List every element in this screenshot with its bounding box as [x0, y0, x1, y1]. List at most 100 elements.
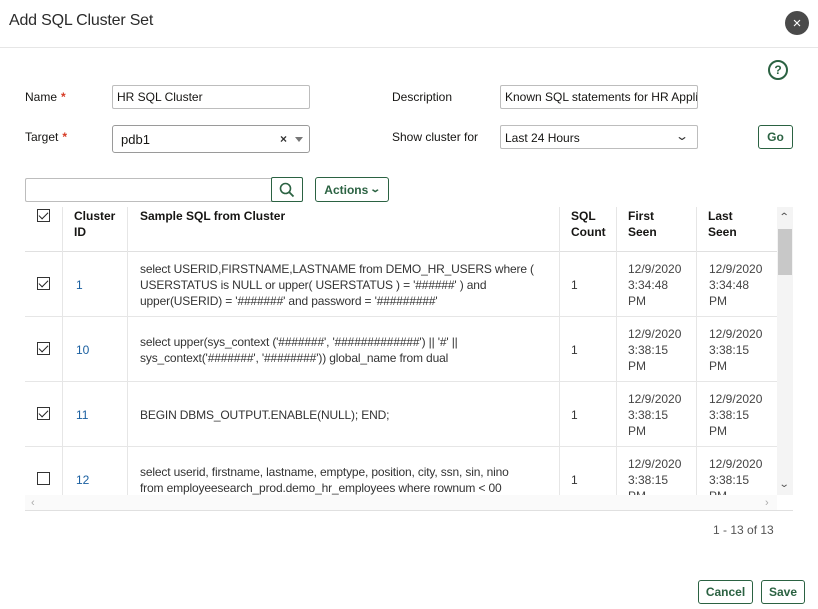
row-checkbox[interactable]	[37, 342, 50, 355]
table-row[interactable]: 10 select upper(sys_context ('#######', '…	[25, 317, 777, 382]
last-seen-line: 3:38:15	[709, 473, 750, 487]
first-seen-line: PM	[628, 294, 646, 308]
column-header-line: Seen	[628, 225, 657, 239]
scroll-up-icon[interactable]: ⌃	[779, 212, 790, 223]
row-checkbox[interactable]	[37, 277, 50, 290]
name-field[interactable]: HR SQL Cluster	[112, 85, 310, 109]
last-seen-line: 3:38:15	[709, 343, 750, 357]
column-header-line: Sample SQL from Cluster	[140, 209, 286, 223]
first-seen-line: 3:38:15	[628, 343, 669, 357]
select-all-checkbox[interactable]	[37, 209, 50, 222]
description-field-value: Known SQL statements for HR Application	[505, 90, 698, 104]
grid-header: Cluster ID Sample SQL from Cluster SQL C…	[25, 207, 777, 252]
show-cluster-select[interactable]: Last 24 Hours ⌄	[500, 125, 698, 149]
target-combobox[interactable]: pdb1 ×	[112, 125, 310, 153]
help-icon: ?	[774, 63, 782, 77]
target-label: Target *	[25, 130, 67, 144]
first-seen-line: 3:38:15	[628, 473, 669, 487]
column-header-cluster-id[interactable]: Cluster ID	[74, 207, 115, 252]
search-input[interactable]	[25, 178, 273, 202]
dialog-title: Add SQL Cluster Set	[9, 12, 154, 29]
caret-down-icon[interactable]	[295, 137, 303, 142]
sql-line: from employeesearch_prod.demo_hr_employe…	[140, 481, 502, 495]
column-header-last-seen[interactable]: Last Seen	[708, 207, 737, 252]
scroll-right-icon[interactable]: ›	[765, 497, 769, 509]
sql-line: select userid, firstname, lastname, empt…	[140, 465, 509, 479]
last-seen: 12/9/20203:38:15PM	[709, 456, 762, 495]
row-checkbox[interactable]	[37, 407, 50, 420]
sql-line: sys_context('#######', '########')) glob…	[140, 351, 449, 365]
cancel-button[interactable]: Cancel	[698, 580, 753, 604]
first-seen-line: 12/9/2020	[628, 262, 682, 276]
sql-count: 1	[571, 473, 578, 487]
scrollbar-thumb[interactable]	[778, 229, 792, 275]
cluster-id-link[interactable]: 10	[76, 342, 89, 358]
sql-count: 1	[571, 278, 578, 292]
column-header-line: Last	[708, 209, 733, 223]
last-seen-line: PM	[709, 488, 762, 495]
close-icon: ×	[792, 14, 802, 32]
column-header-line: Cluster	[74, 209, 116, 223]
last-seen-line: PM	[709, 359, 727, 373]
target-value: pdb1	[121, 132, 150, 147]
help-button[interactable]: ?	[768, 60, 788, 80]
go-button[interactable]: Go	[758, 125, 793, 149]
grid-body: Cluster ID Sample SQL from Cluster SQL C…	[25, 207, 777, 495]
first-seen-line: 12/9/2020	[628, 392, 682, 406]
header-divider	[0, 47, 818, 48]
last-seen-line: 12/9/2020	[709, 262, 763, 276]
scroll-down-icon[interactable]: ⌄	[779, 479, 790, 490]
scroll-left-icon[interactable]: ‹	[31, 497, 35, 509]
column-header-sample-sql[interactable]: Sample SQL from Cluster	[140, 207, 285, 252]
table-row[interactable]: 1 select USERID,FIRSTNAME,LASTNAME from D…	[25, 252, 777, 317]
column-header-sql-count[interactable]: SQL Count	[571, 207, 606, 252]
required-marker: *	[62, 130, 68, 144]
sql-line: upper(USERID) = '#######' and password =…	[140, 294, 438, 308]
cluster-id-link[interactable]: 11	[76, 407, 88, 423]
first-seen-line: 12/9/2020	[628, 327, 682, 341]
sql-line: BEGIN DBMS_OUTPUT.ENABLE(NULL); END;	[140, 408, 390, 422]
save-button[interactable]: Save	[761, 580, 805, 604]
name-label-text: Name	[25, 90, 58, 104]
cluster-id-link[interactable]: 1	[76, 277, 83, 293]
column-header-line: Seen	[708, 225, 737, 239]
first-seen-line: PM	[628, 359, 646, 373]
column-header-line: ID	[74, 225, 86, 239]
first-seen: 12/9/2020 3:38:15 PM	[628, 326, 681, 374]
close-button[interactable]: ×	[785, 11, 809, 35]
last-seen-line: PM	[709, 424, 727, 438]
show-cluster-value: Last 24 Hours	[505, 131, 580, 145]
clear-icon[interactable]: ×	[280, 132, 287, 146]
first-seen-line: 3:38:15	[628, 408, 669, 422]
sql-count: 1	[571, 343, 578, 357]
cluster-id-link[interactable]: 12	[76, 472, 89, 488]
first-seen: 12/9/2020 3:34:48 PM	[628, 261, 681, 309]
sql-line: select USERID,FIRSTNAME,LASTNAME from DE…	[140, 262, 534, 276]
actions-menu-button[interactable]: Actions ⌄	[315, 177, 389, 202]
first-seen-line: PM	[628, 488, 681, 495]
actions-label: Actions	[324, 182, 369, 197]
search-icon	[279, 182, 295, 197]
sql-cluster-grid: Cluster ID Sample SQL from Cluster SQL C…	[25, 207, 793, 511]
column-header-line: Count	[571, 225, 606, 239]
description-label: Description	[392, 90, 453, 104]
last-seen: 12/9/2020 3:34:48 PM	[709, 261, 762, 309]
table-row[interactable]: 12 select userid, firstname, lastname, em…	[25, 447, 777, 495]
description-field[interactable]: Known SQL statements for HR Application	[500, 85, 698, 109]
search-button[interactable]	[271, 177, 303, 202]
horizontal-scrollbar[interactable]: ‹ ›	[25, 495, 777, 510]
target-label-text: Target	[25, 130, 59, 144]
sql-count: 1	[571, 408, 578, 422]
last-seen: 12/9/20203:38:15PM	[709, 391, 762, 439]
pagination-text: 1 - 13 of 13	[713, 523, 774, 537]
vertical-scrollbar[interactable]: ⌃ ⌄	[777, 207, 793, 495]
column-header-first-seen[interactable]: First Seen	[628, 207, 657, 252]
sql-line: USERSTATUS is NULL or upper( USERSTATUS …	[140, 278, 487, 292]
row-checkbox[interactable]	[37, 472, 50, 485]
chevron-down-icon: ⌄	[674, 129, 690, 143]
sample-sql-text: select USERID,FIRSTNAME,LASTNAME from DE…	[140, 261, 534, 309]
first-seen-line: 3:34:48	[628, 278, 669, 292]
table-row[interactable]: 11 BEGIN DBMS_OUTPUT.ENABLE(NULL); END; 1 1…	[25, 382, 777, 447]
sql-line: select upper(sys_context ('#######', '##…	[140, 335, 458, 349]
last-seen-line: 3:34:48	[709, 278, 750, 292]
